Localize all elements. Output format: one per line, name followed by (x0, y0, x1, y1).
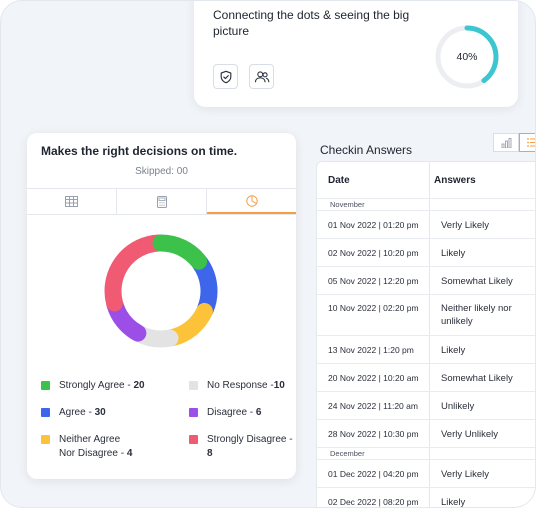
legend-swatch (41, 435, 50, 444)
legend-text: Neither Agree Nor Disagree - 4 (59, 433, 132, 461)
group-label: December (330, 449, 365, 458)
legend-item: No Response -10 (189, 379, 285, 393)
legend-text: Strongly Disagree - 8 (207, 433, 296, 461)
competency-card: Connecting the dots & seeing the big pic… (194, 1, 518, 107)
legend-swatch (41, 408, 50, 417)
group-header-row: November (317, 198, 535, 210)
checkin-answers-table: Date Answers November 01 Nov 2022 | 01:20… (316, 161, 535, 508)
date-cell: 28 Nov 2022 | 10:30 pm (328, 429, 419, 439)
legend-item: Strongly Agree - 20 (41, 379, 145, 393)
calculator-icon (156, 195, 167, 208)
answer-cell: Verly Unlikely (441, 429, 499, 440)
legend-label: No Response - (207, 380, 274, 391)
legend-label: Strongly Disagree - (207, 434, 293, 445)
table-row[interactable]: 05 Nov 2022 | 12:20 pm Somewhat Likely (317, 266, 535, 294)
answer-cell: Likely (441, 248, 466, 259)
answer-cell: Neither likely nor unlikely (441, 303, 512, 327)
answer-cell: Verly Likely (441, 220, 490, 231)
date-cell: 02 Nov 2022 | 10:20 pm (328, 248, 419, 258)
table-row[interactable]: 24 Nov 2022 | 11:20 am Unlikely (317, 391, 535, 419)
legend-text: No Response -10 (207, 379, 285, 393)
legend-value: 4 (126, 448, 133, 459)
legend-value: 8 (207, 448, 213, 459)
group-header-row: December (317, 447, 535, 459)
table-row[interactable]: 01 Dec 2022 | 04:20 pm Verly Likely (317, 459, 535, 487)
answer-cell: Likely (441, 345, 466, 356)
legend-swatch (189, 381, 198, 390)
date-cell: 20 Nov 2022 | 10:20 am (328, 373, 419, 383)
legend-label: Strongly Agree - (59, 380, 134, 391)
responses-donut-chart (104, 234, 218, 348)
list-view-button[interactable] (519, 133, 535, 152)
table-row[interactable]: 02 Nov 2022 | 10:20 pm Likely (317, 238, 535, 266)
answer-cell: Likely (441, 497, 466, 508)
date-cell: 13 Nov 2022 | 1:20 pm (328, 345, 414, 355)
group-label: November (330, 200, 365, 209)
legend-label-line2: Nor Disagree - 4 (59, 448, 133, 459)
answer-cell: Somewhat Likely (441, 373, 513, 384)
legend-label: Agree - (59, 407, 95, 418)
answer-cell: Unlikely (441, 401, 475, 412)
date-cell: 01 Dec 2022 | 04:20 pm (328, 469, 419, 479)
legend-item: Agree - 30 (41, 406, 106, 420)
table-row[interactable]: 20 Nov 2022 | 10:20 am Somewhat Likely (317, 363, 535, 391)
answer-cell: Verly Likely (441, 469, 490, 480)
checkin-title: Checkin Answers (320, 143, 413, 157)
legend-swatch (41, 381, 50, 390)
legend-value: 6 (255, 407, 262, 418)
bar-chart-icon (501, 137, 511, 148)
question-card: Makes the right decisions on time. Skipp… (27, 133, 296, 479)
legend-value: 10 (273, 380, 285, 391)
answer-cell: Somewhat Likely (441, 276, 513, 287)
table-icon (65, 196, 78, 207)
users-button[interactable] (249, 64, 274, 89)
dashboard-frame: Connecting the dots & seeing the big pic… (0, 0, 536, 508)
view-tabs (27, 188, 296, 215)
table-row[interactable]: 10 Nov 2022 | 02:20 pm Neither likely nor… (317, 294, 535, 335)
users-icon (254, 70, 269, 82)
table-row[interactable]: 13 Nov 2022 | 1:20 pm Likely (317, 335, 535, 363)
legend-swatch (189, 435, 198, 444)
answers-column-header: Answers (434, 174, 476, 186)
progress-label: 40% (456, 51, 478, 63)
date-cell: 24 Nov 2022 | 11:20 am (328, 401, 418, 411)
legend-item: Neither Agree Nor Disagree - 4 (41, 433, 132, 461)
view-toggle (493, 133, 535, 154)
tab-calculator-view[interactable] (117, 189, 207, 214)
table-row[interactable]: 28 Nov 2022 | 10:30 pm Verly Unlikely (317, 419, 535, 447)
legend-item: Strongly Disagree - 8 (189, 433, 296, 461)
legend-swatch (189, 408, 198, 417)
legend-value: 30 (94, 407, 106, 418)
tab-table-view[interactable] (27, 189, 117, 214)
date-column-header: Date (328, 174, 350, 186)
table-row[interactable]: 01 Nov 2022 | 01:20 pm Verly Likely (317, 210, 535, 238)
competency-title: Connecting the dots & seeing the big pic… (213, 8, 410, 38)
legend-text: Disagree - 6 (207, 406, 261, 420)
legend-label: Neither Agree (59, 434, 121, 445)
date-cell: 10 Nov 2022 | 02:20 pm (328, 303, 419, 313)
legend-text: Strongly Agree - 20 (59, 379, 145, 393)
shield-check-button[interactable] (213, 64, 238, 89)
legend-label: Disagree - (207, 407, 256, 418)
date-cell: 05 Nov 2022 | 12:20 pm (328, 276, 419, 286)
tab-pie-view[interactable] (207, 189, 296, 214)
question-title: Makes the right decisions on time. (41, 144, 238, 158)
legend-text: Agree - 30 (59, 406, 106, 420)
legend-item: Disagree - 6 (189, 406, 261, 420)
skipped-count: Skipped: 00 (135, 166, 188, 177)
date-cell: 02 Dec 2022 | 08:20 pm (328, 497, 419, 507)
table-row[interactable]: 02 Dec 2022 | 08:20 pm Likely (317, 487, 535, 508)
bar-chart-view-button[interactable] (493, 133, 519, 152)
shield-check-icon (220, 70, 231, 83)
list-icon (526, 138, 535, 147)
date-cell: 01 Nov 2022 | 01:20 pm (328, 220, 419, 230)
legend-value: 20 (133, 380, 145, 391)
pie-chart-icon (245, 194, 258, 207)
